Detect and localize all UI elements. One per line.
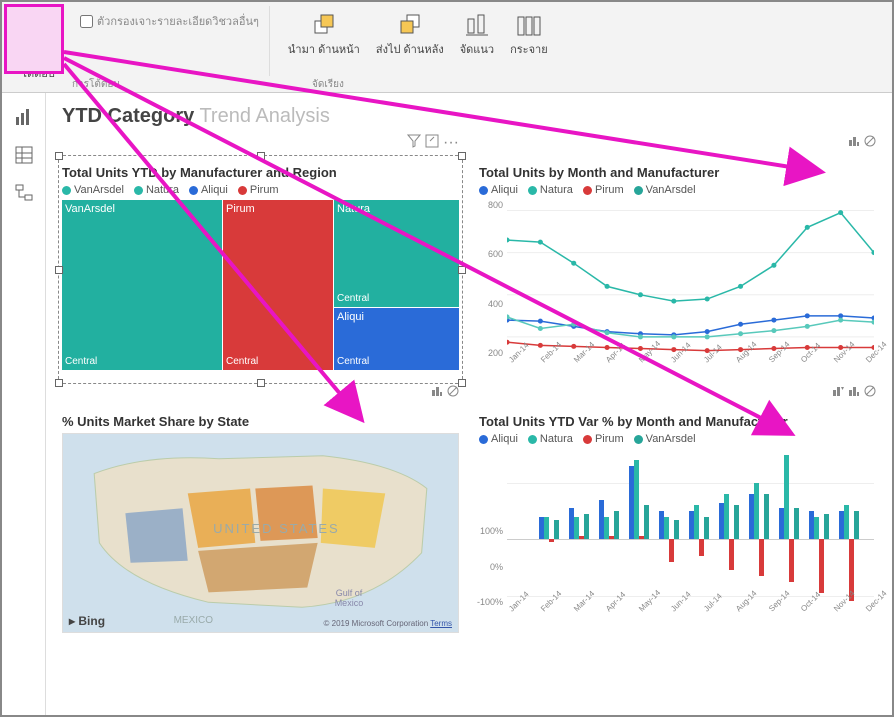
map-title: % Units Market Share by State (62, 414, 459, 429)
report-canvas: YTD Category Trend Analysis ··· Total Un… (46, 93, 892, 715)
bar-visual[interactable]: Total Units YTD Var % by Month and Manuf… (479, 408, 876, 633)
bar-title: Total Units YTD Var % by Month and Manuf… (479, 414, 876, 429)
highlight-mode-icon[interactable] (848, 134, 860, 153)
align-label: จัดแนว (460, 44, 494, 56)
bar-x-axis: Jan-14Feb-14Mar-14Apr-14May-14Jun-14Jul-… (507, 607, 874, 629)
align-icon (461, 10, 493, 42)
bing-logo: ▸ Bing (69, 614, 105, 628)
none-mode-icon[interactable] (864, 384, 876, 402)
nav-model-icon[interactable] (14, 183, 34, 203)
line-visual[interactable]: Total Units by Month and Manufacturer Al… (479, 159, 876, 380)
treemap-cell-vanarsdel[interactable]: VanArsdelCentral (62, 200, 222, 370)
visual3-toolbar (62, 384, 459, 402)
drill-filter-label: ตัวกรองเจาะรายละเอียดวิชวลอื่นๆ (97, 12, 259, 30)
page-title: YTD Category Trend Analysis (62, 105, 876, 128)
distribute-label: กระจาย (510, 44, 548, 56)
none-mode-icon[interactable] (864, 134, 876, 153)
line-legend: Aliqui Natura Pirum VanArsdel (479, 184, 876, 196)
map-label-mexico: MEXICO (174, 615, 213, 626)
treemap-visual[interactable]: Total Units YTD by Manufacturer and Regi… (62, 159, 459, 380)
distribute-icon (513, 10, 545, 42)
none-mode-icon[interactable] (447, 384, 459, 402)
map-label-gulf: Gulf of Mexico (335, 588, 364, 608)
bring-forward-icon (308, 10, 340, 42)
map-terms-link[interactable]: Terms (430, 619, 452, 628)
interactions-icon (22, 10, 54, 42)
left-nav (2, 93, 46, 715)
bring-forward-label: นำมา ด้านหน้า (288, 44, 360, 56)
page-title-main: YTD Category (62, 105, 194, 127)
nav-data-icon[interactable] (14, 145, 34, 165)
treemap-cell-aliqui[interactable]: AliquiCentral (334, 308, 459, 370)
bar-plot: 100% 0% -100% Jan-14Feb-14Mar-14Apr-14Ma… (479, 449, 876, 629)
highlight-mode-icon[interactable] (848, 384, 860, 402)
line-plot: 800 600 400 200 Jan-14Feb-14Mar-14Apr-14… (479, 200, 876, 380)
treemap-legend: VanArsdel Natura Aliqui Pirum (62, 184, 459, 196)
line-y-axis: 800 600 400 200 (479, 200, 505, 358)
map-copyright: © 2019 Microsoft Corporation Terms (324, 619, 452, 628)
treemap-cell-natura[interactable]: NaturaCentral (334, 200, 459, 307)
treemap-plot[interactable]: VanArsdelCentral NaturaCentral PirumCent… (62, 200, 459, 370)
visual2-toolbar (479, 134, 876, 153)
more-icon[interactable]: ··· (443, 134, 459, 153)
filter-icon[interactable] (407, 134, 421, 153)
filter-mode-icon[interactable] (832, 384, 844, 402)
ribbon: แก้ไขการ โต้ตอบ ตัวกรองเจาะรายละเอียดวิช… (2, 2, 892, 93)
bar-legend: Aliqui Natura Pirum VanArsdel (479, 433, 876, 445)
send-backward-icon (394, 10, 426, 42)
bring-forward-button[interactable]: นำมา ด้านหน้า (280, 6, 368, 60)
nav-report-icon[interactable] (14, 107, 34, 127)
drill-filter-checkbox[interactable]: ตัวกรองเจาะรายละเอียดวิชวลอื่นๆ (80, 12, 259, 30)
map-plot[interactable]: UNITED STATES MEXICO Gulf of Mexico ▸ Bi… (62, 433, 459, 633)
line-title: Total Units by Month and Manufacturer (479, 165, 876, 180)
treemap-title: Total Units YTD by Manufacturer and Regi… (62, 165, 459, 180)
highlight-mode-icon[interactable] (431, 384, 443, 402)
align-button[interactable]: จัดแนว (452, 6, 502, 60)
ribbon-group-interact: การโต้ตอบ (72, 77, 120, 92)
edit-interactions-button[interactable]: แก้ไขการ โต้ตอบ (10, 6, 66, 84)
treemap-cell-pirum[interactable]: PirumCentral (223, 200, 333, 370)
page-title-faded: Trend Analysis (194, 105, 330, 127)
ribbon-group-arrange: จัดเรียง (312, 77, 344, 92)
visual4-toolbar (479, 384, 876, 402)
bar-y-axis: 100% 0% -100% (479, 449, 505, 607)
send-backward-label: ส่งไป ด้านหลัง (376, 44, 444, 56)
line-x-axis: Jan-14Feb-14Mar-14Apr-14May-14Jun-14Jul-… (507, 358, 874, 380)
map-visual[interactable]: % Units Market Share by State UNITED STA… (62, 408, 459, 633)
focus-icon[interactable] (425, 134, 439, 153)
edit-interactions-label: แก้ไขการ โต้ตอบ (18, 44, 58, 80)
send-backward-button[interactable]: ส่งไป ด้านหลัง (368, 6, 452, 60)
map-label-us: UNITED STATES (213, 521, 340, 536)
distribute-button[interactable]: กระจาย (502, 6, 556, 60)
visual1-toolbar: ··· (62, 134, 459, 153)
